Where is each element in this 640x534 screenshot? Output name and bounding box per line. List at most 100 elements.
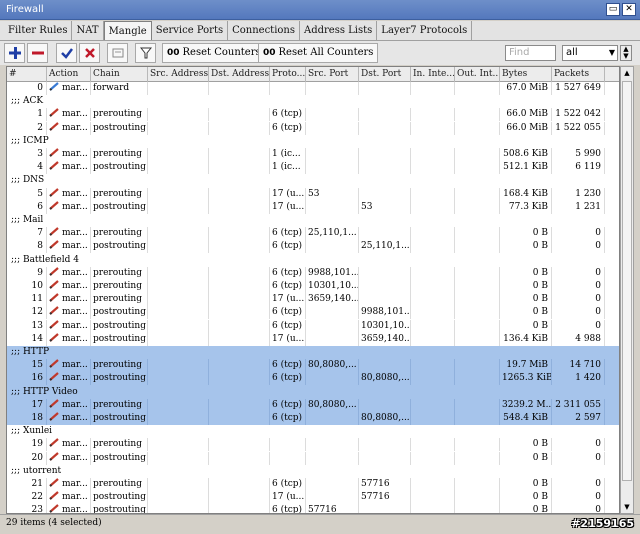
scroll-thumb[interactable] — [622, 81, 632, 481]
column-header-action[interactable]: Action — [47, 67, 91, 82]
table-row[interactable]: 13 mar... postrouting 6 (tcp) 10301,10... 0 B… — [7, 319, 619, 333]
column-header-out-iface[interactable]: Out. Int... — [455, 67, 500, 82]
tab-layer7-protocols[interactable]: Layer7 Protocols — [377, 21, 473, 40]
table-row[interactable]: 11 mar... prerouting 17 (u... 3659,140... 0 B… — [7, 293, 619, 307]
reset-counters-button[interactable]: 00 Reset Counters — [162, 43, 266, 63]
cell-action: mar... — [47, 398, 91, 412]
table-row[interactable]: 18 mar... postrouting 6 (tcp) 80,8080,... 548… — [7, 412, 619, 426]
table-row[interactable]: 8 mar... postrouting 6 (tcp) 25,110,1... 0 B0 — [7, 240, 619, 254]
cell-action: mar... — [47, 332, 91, 346]
cell-dst-addr — [209, 319, 270, 333]
comment-row[interactable]: ;;; utorrent — [7, 465, 619, 478]
table-row[interactable]: 16 mar... postrouting 6 (tcp) 80,8080,... 126… — [7, 372, 619, 386]
cell-bytes: 0 B — [500, 306, 552, 320]
pencil-icon — [49, 332, 59, 342]
table-row[interactable]: 20 mar... postrouting 0 B0 — [7, 451, 619, 465]
vertical-scrollbar[interactable]: ▲ ▼ — [620, 66, 634, 514]
scroll-down-icon[interactable]: ▼ — [621, 501, 633, 513]
table-row[interactable]: 21 mar... prerouting 6 (tcp) 57716 0 B0 — [7, 478, 619, 491]
tab-service-ports[interactable]: Service Ports — [152, 21, 229, 40]
tab-address-lists[interactable]: Address Lists — [300, 21, 378, 40]
comment-row[interactable]: ;;; Mail — [7, 214, 619, 227]
rule-comment: ;;; ACK — [11, 96, 44, 107]
table-row[interactable]: 6 mar... postrouting 17 (u... 53 77.3 KiB 1 23… — [7, 200, 619, 214]
table-row[interactable]: 9 mar... prerouting 6 (tcp) 9988,101... 0 B0 — [7, 266, 619, 280]
column-header-chain[interactable]: Chain — [91, 67, 148, 82]
pencil-icon — [49, 161, 59, 171]
table-row[interactable]: 14 mar... postrouting 17 (u... 3659,140... 13… — [7, 332, 619, 346]
table-row[interactable]: 19 mar... prerouting 0 B0 — [7, 438, 619, 452]
cell-out-iface — [455, 121, 500, 135]
tab-filter-rules[interactable]: Filter Rules — [4, 21, 73, 40]
column-header-src-port[interactable]: Src. Port — [306, 67, 359, 82]
cell-out-iface — [455, 504, 500, 513]
pencil-icon — [49, 240, 59, 250]
tab-nat[interactable]: NAT — [72, 21, 104, 40]
cell-chain: prerouting — [91, 398, 148, 412]
cell-dst-port — [359, 504, 411, 513]
comment-row[interactable]: ;;; ICMP — [7, 135, 619, 148]
table-row[interactable]: 22 mar... postrouting 17 (u... 57716 0 B0 — [7, 491, 619, 505]
disable-button[interactable] — [79, 43, 100, 63]
restore-icon[interactable]: ▭ — [606, 3, 620, 16]
comment-row[interactable]: ;;; Battlefield 4 — [7, 254, 619, 267]
cell-dst-addr — [209, 412, 270, 425]
find-input[interactable]: Find — [505, 45, 556, 61]
comment-row[interactable]: ;;; DNS — [7, 174, 619, 187]
cell-proto: 17 (u... — [272, 187, 306, 201]
action-label: mar... — [62, 452, 88, 463]
table-row[interactable]: 2 mar... postrouting 6 (tcp) 66.0 MiB 1 522 0… — [7, 121, 619, 135]
reset-all-counters-button[interactable]: 00 Reset All Counters — [258, 43, 379, 63]
remove-button[interactable] — [27, 43, 48, 63]
tab-mangle[interactable]: Mangle — [103, 21, 152, 40]
table-row[interactable]: 15 mar... prerouting 6 (tcp) 80,8080,... 19.7… — [7, 359, 619, 373]
table-row[interactable]: 4 mar... postrouting 1 (ic... 512.1 KiB 6 119 — [7, 161, 619, 175]
comment-row[interactable]: ;;; Xunlei — [7, 425, 619, 438]
comment-button[interactable] — [107, 43, 128, 63]
cell-num: 19 — [7, 438, 47, 452]
comment-row[interactable]: ;;; ACK — [7, 95, 619, 108]
cell-out-iface — [455, 412, 500, 425]
column-header-num[interactable]: # — [7, 67, 47, 82]
counter-badge-icon: 00 — [167, 48, 180, 58]
comment-row[interactable]: ;;; HTTP — [7, 346, 619, 360]
x-icon — [84, 48, 95, 58]
tab-connections[interactable]: Connections — [228, 21, 300, 40]
table-row[interactable]: 17 mar... prerouting 6 (tcp) 80,8080,... 3239… — [7, 398, 619, 412]
cell-src-addr — [148, 227, 209, 241]
cell-packets: 1 522 042 — [552, 108, 605, 122]
column-header-proto[interactable]: Proto... — [270, 67, 306, 82]
table-row[interactable]: 12 mar... postrouting 6 (tcp) 9988,101... 0 B… — [7, 306, 619, 320]
table-row[interactable]: 5 mar... prerouting 17 (u... 53 168.4 KiB 1 23… — [7, 187, 619, 201]
column-header-src-addr[interactable]: Src. Address — [148, 67, 209, 82]
filter-spinner[interactable]: ▲ ▼ — [620, 45, 632, 61]
action-label: mar... — [62, 333, 88, 344]
filter-button[interactable] — [135, 43, 156, 63]
column-header-packets[interactable]: Packets — [552, 67, 605, 82]
table-row[interactable]: 0 mar... forward 67.0 MiB 1 527 649 — [7, 82, 619, 95]
table-row[interactable]: 23 mar... postrouting 6 (tcp) 57716 0 B0 — [7, 504, 619, 513]
cell-src-addr — [148, 187, 209, 201]
add-button[interactable] — [4, 43, 25, 63]
table-row[interactable]: 3 mar... prerouting 1 (ic... 508.6 KiB 5 990 — [7, 148, 619, 161]
cell-bytes: 0 B — [500, 478, 552, 491]
cell-dst-addr — [209, 240, 270, 254]
table-row[interactable]: 1 mar... prerouting 6 (tcp) 66.0 MiB 1 522 04… — [7, 108, 619, 122]
table-row[interactable]: 7 mar... prerouting 6 (tcp) 25,110,1... 0 B0 — [7, 227, 619, 241]
cell-proto: 1 (ic... — [270, 148, 306, 161]
column-header-bytes[interactable]: Bytes — [500, 67, 552, 82]
filter-select[interactable]: all ▼ — [562, 45, 618, 61]
pencil-icon — [49, 280, 59, 289]
column-header-dst-port[interactable]: Dst. Port — [359, 67, 411, 82]
funnel-icon — [139, 47, 152, 59]
table-row[interactable]: 10 mar... prerouting 6 (tcp) 10301,10... 0 B0 — [7, 280, 619, 293]
column-header-dst-addr[interactable]: Dst. Address — [209, 67, 270, 82]
enable-button[interactable] — [56, 43, 77, 63]
scroll-up-icon[interactable]: ▲ — [621, 67, 633, 79]
rule-comment: ;;; Mail — [11, 215, 44, 225]
cell-pad — [605, 372, 619, 385]
comment-row[interactable]: ;;; HTTP Video — [7, 385, 619, 399]
close-icon[interactable]: ✕ — [622, 3, 636, 16]
column-header-in-iface[interactable]: In. Inte... — [411, 67, 455, 82]
cell-chain: prerouting — [91, 148, 148, 161]
